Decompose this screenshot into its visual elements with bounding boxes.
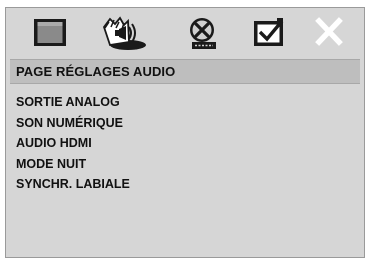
page-title-bar: PAGE RÉGLAGES AUDIO	[10, 59, 360, 84]
menu-item-digital-audio[interactable]: SON NUMÉRIQUE	[16, 113, 130, 134]
disc-icon[interactable]	[182, 15, 226, 51]
tab-bar	[6, 8, 364, 58]
menu-item-analog-output[interactable]: SORTIE ANALOG	[16, 92, 130, 113]
menu-item-night-mode[interactable]: MODE NUIT	[16, 154, 130, 175]
preferences-icon[interactable]	[246, 15, 290, 51]
menu-item-hdmi-audio[interactable]: AUDIO HDMI	[16, 133, 130, 154]
menu-item-lip-sync[interactable]: SYNCHR. LABIALE	[16, 174, 130, 195]
display-icon[interactable]	[28, 15, 72, 51]
page-title: PAGE RÉGLAGES AUDIO	[16, 64, 176, 79]
audio-settings-menu: SORTIE ANALOG SON NUMÉRIQUE AUDIO HDMI M…	[16, 92, 130, 195]
speaker-icon[interactable]	[98, 15, 148, 51]
close-icon[interactable]	[308, 15, 352, 51]
setup-menu-window: PAGE RÉGLAGES AUDIO SORTIE ANALOG SON NU…	[5, 7, 365, 258]
